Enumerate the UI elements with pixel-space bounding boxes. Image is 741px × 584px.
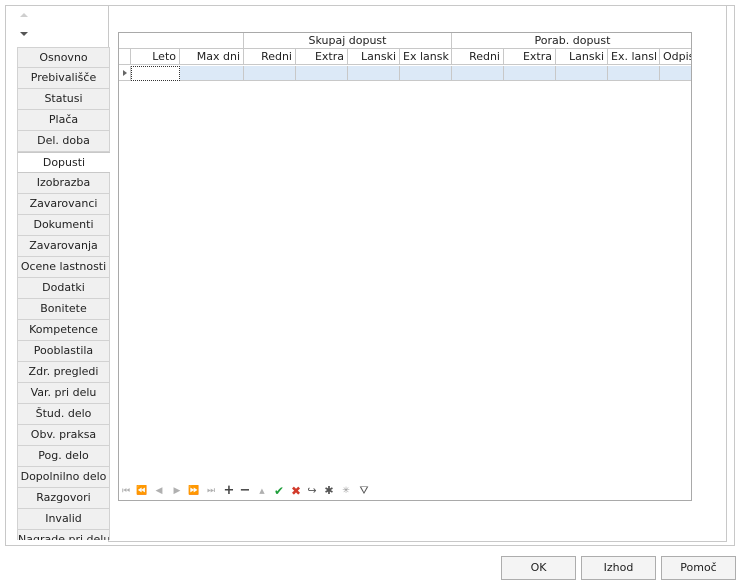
row-indicator-icon [123, 70, 127, 76]
col-porab-redni[interactable]: Redni [452, 49, 504, 65]
col-max-dni[interactable]: Max dni [180, 49, 244, 65]
post-edit-icon[interactable]: ✔ [271, 484, 287, 498]
tab-dopusti[interactable]: Dopusti [17, 152, 110, 173]
tab-var-pri-delu[interactable]: Var. pri delu [17, 383, 110, 404]
ok-button[interactable]: OK [501, 556, 576, 580]
tab-dopolnilno-delo[interactable]: Dopolnilno delo [17, 467, 110, 488]
scroll-down-icon[interactable] [20, 32, 28, 36]
izhod-button[interactable]: Izhod [581, 556, 656, 580]
scroll-up-icon[interactable] [20, 13, 28, 17]
grid-header-row: Leto Max dni Redni Extra Lanski Ex lansk… [119, 49, 691, 65]
cell-skupaj-redni[interactable] [244, 66, 296, 81]
goto-bookmark-icon[interactable]: ✳ [338, 484, 354, 498]
tab-zavarovanci[interactable]: Zavarovanci [17, 194, 110, 215]
band-skupaj-dopust[interactable]: Skupaj dopust [244, 33, 452, 49]
next-page-icon[interactable]: ⏩ [186, 484, 202, 498]
col-porab-lanski[interactable]: Lanski [556, 49, 608, 65]
tab-zavarovanja[interactable]: Zavarovanja [17, 236, 110, 257]
tab-ocene-lastnosti[interactable]: Ocene lastnosti [17, 257, 110, 278]
tab-prebivalisce[interactable]: Prebivališče [17, 68, 110, 89]
col-porab-ex-lansl[interactable]: Ex. lansl [608, 49, 660, 65]
tab-dodatki[interactable]: Dodatki [17, 278, 110, 299]
cell-porab-redni[interactable] [452, 66, 504, 81]
filter-icon[interactable]: ⛛ [356, 484, 372, 498]
table-row[interactable] [119, 66, 691, 81]
cell-max-dni[interactable] [180, 66, 244, 81]
tab-pooblastila[interactable]: Pooblastila [17, 341, 110, 362]
tab-placa[interactable]: Plača [17, 110, 110, 131]
tab-izobrazba[interactable]: Izobrazba [17, 173, 110, 194]
cell-skupaj-lanski[interactable] [348, 66, 400, 81]
delete-record-icon[interactable]: − [237, 484, 253, 498]
save-bookmark-icon[interactable]: ✱ [321, 484, 337, 498]
col-skupaj-redni[interactable]: Redni [244, 49, 296, 65]
tab-kompetence[interactable]: Kompetence [17, 320, 110, 341]
tab-obv-praksa[interactable]: Obv. praksa [17, 425, 110, 446]
tab-zdr-pregledi[interactable]: Zdr. pregledi [17, 362, 110, 383]
header-indicator [119, 49, 131, 65]
tab-statusi[interactable]: Statusi [17, 89, 110, 110]
cell-porab-odpis[interactable] [660, 66, 691, 81]
tab-pog-delo[interactable]: Pog. delo [17, 446, 110, 467]
tab-osnovno[interactable]: Osnovno [17, 47, 110, 68]
tab-bonitete[interactable]: Bonitete [17, 299, 110, 320]
next-record-icon[interactable]: ▶ [169, 484, 185, 498]
col-leto[interactable]: Leto [131, 49, 180, 65]
col-porab-extra[interactable]: Extra [504, 49, 556, 65]
grid-band-row: Skupaj dopust Porab. dopust [119, 33, 691, 49]
tab-nagrade-pri-delu[interactable]: Nagrade pri delu [17, 530, 110, 540]
cell-porab-extra[interactable] [504, 66, 556, 81]
tab-list: Osnovno Prebivališče Statusi Plača Del. … [17, 47, 110, 540]
col-skupaj-extra[interactable]: Extra [296, 49, 348, 65]
first-record-icon[interactable]: ⏮ [118, 484, 134, 498]
edit-record-icon[interactable]: ▲ [254, 484, 270, 498]
col-skupaj-ex-lansk[interactable]: Ex lansk [400, 49, 452, 65]
tab-stud-delo[interactable]: Štud. delo [17, 404, 110, 425]
add-record-icon[interactable]: + [221, 484, 237, 498]
cancel-edit-icon[interactable]: ✖ [288, 484, 304, 498]
pomoc-button[interactable]: Pomoč [661, 556, 736, 580]
row-indicator-cell[interactable] [119, 66, 131, 81]
band-empty [119, 33, 244, 49]
col-porab-odpis[interactable]: Odpis [660, 49, 691, 65]
tab-del-doba[interactable]: Del. doba [17, 131, 110, 152]
prev-page-icon[interactable]: ⏪ [134, 484, 150, 498]
tab-invalid[interactable]: Invalid [17, 509, 110, 530]
band-porab-dopust[interactable]: Porab. dopust [452, 33, 691, 49]
tab-razgovori[interactable]: Razgovori [17, 488, 110, 509]
cell-leto[interactable] [131, 66, 180, 81]
last-record-icon[interactable]: ⏭ [203, 484, 219, 498]
tab-scroll-controls [17, 8, 31, 44]
cell-porab-ex-lansl[interactable] [608, 66, 660, 81]
cell-skupaj-extra[interactable] [296, 66, 348, 81]
col-skupaj-lanski[interactable]: Lanski [348, 49, 400, 65]
grid-navigator: ⏮ ⏪ ◀ ▶ ⏩ ⏭ + − ▲ ✔ ✖ ↪ ✱ ✳ ⛛ [118, 484, 378, 499]
leave-grid: Skupaj dopust Porab. dopust Leto Max dni… [118, 32, 692, 501]
cell-porab-lanski[interactable] [556, 66, 608, 81]
tab-dokumenti[interactable]: Dokumenti [17, 215, 110, 236]
refresh-icon[interactable]: ↪ [304, 484, 320, 498]
prev-record-icon[interactable]: ◀ [151, 484, 167, 498]
cell-skupaj-ex-lansk[interactable] [400, 66, 452, 81]
